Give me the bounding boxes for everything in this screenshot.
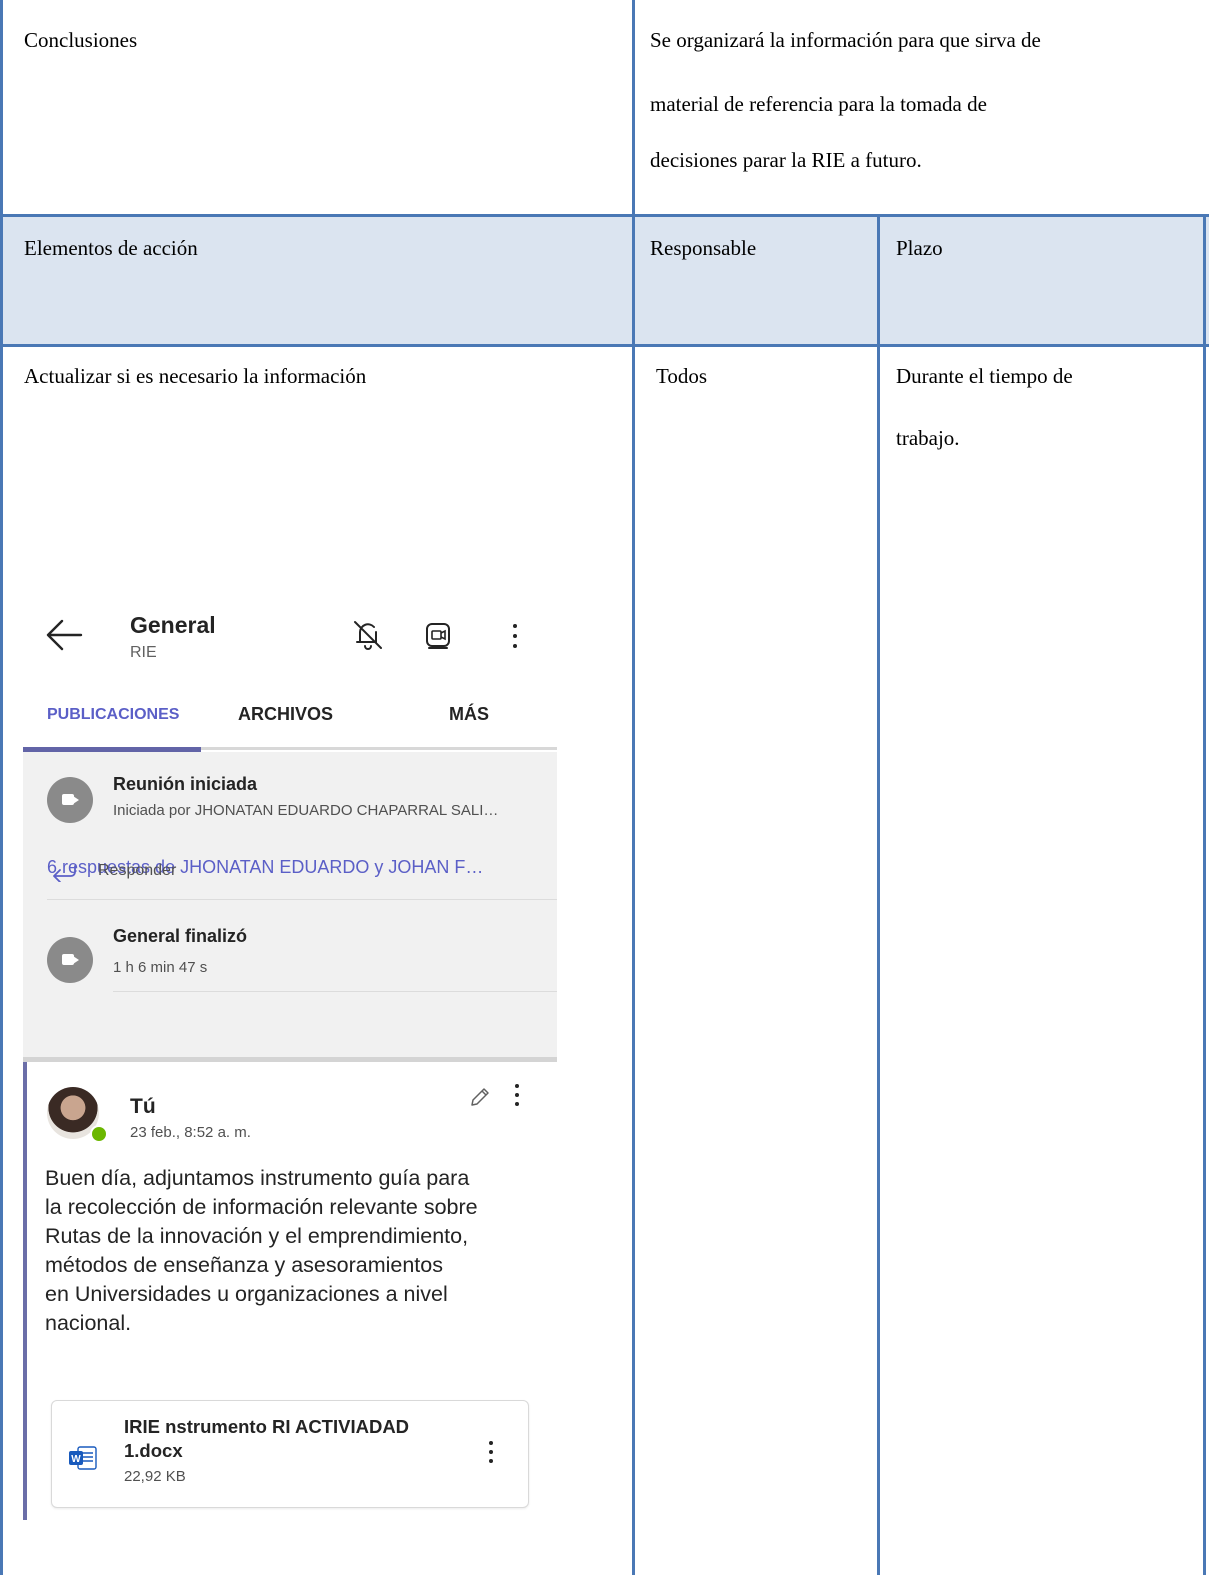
edit-pencil-icon[interactable]	[469, 1086, 491, 1108]
tab-publicaciones[interactable]: PUBLICACIONES	[47, 706, 179, 724]
post-timestamp: 23 feb., 8:52 a. m.	[130, 1124, 251, 1141]
tab-archivos[interactable]: ARCHIVOS	[238, 704, 333, 725]
table-border-row1	[0, 214, 1209, 217]
table-border-middle	[632, 0, 635, 1575]
channel-header: General RIE PUBLICACIONES ARCHIVOS MÁS	[23, 590, 557, 752]
meeting-started-subtitle: Iniciada por JHONATAN EDUARDO CHAPARRAL …	[113, 802, 499, 819]
attachment-name: IRIE nstrumento RI ACTIVIADAD 1.docx	[124, 1415, 444, 1463]
svg-text:W: W	[71, 1454, 81, 1465]
reply-button[interactable]: Responder	[98, 862, 176, 880]
row-responsible-text: Todos	[656, 364, 708, 388]
word-file-icon: W	[69, 1446, 97, 1470]
table-border-right	[1203, 216, 1206, 1575]
file-attachment[interactable]: W IRIE nstrumento RI ACTIVIADAD 1.docx 2…	[51, 1400, 529, 1508]
teams-channel-screenshot: General RIE PUBLICACIONES ARCHIVOS MÁS R…	[23, 590, 557, 1530]
post-more-icon[interactable]	[514, 1084, 520, 1110]
attachment-size: 22,92 KB	[124, 1468, 186, 1485]
post-body-line: en Universidades u organizaciones a nive…	[45, 1282, 448, 1306]
post-body-line: Buen día, adjuntamos instrumento guía pa…	[45, 1166, 470, 1190]
thread-divider	[47, 899, 557, 900]
row-action-text: Actualizar si es necesario la informació…	[24, 364, 367, 388]
meeting-thread: Reunión iniciada Iniciada por JHONATAN E…	[23, 752, 557, 1057]
header-action-items: Elementos de acción	[24, 236, 198, 260]
back-arrow-icon[interactable]	[45, 618, 83, 652]
attachment-name-line: 1.docx	[124, 1440, 183, 1461]
header-deadline: Plazo	[896, 236, 943, 260]
header-responsible: Responsable	[650, 236, 757, 260]
post-body-line: nacional.	[45, 1311, 132, 1335]
channel-team-name: RIE	[130, 644, 157, 661]
attachment-more-icon[interactable]	[488, 1441, 494, 1467]
channel-title: General	[130, 612, 216, 638]
conclusions-text-line-2: material de referencia para la tomada de	[650, 92, 987, 116]
channel-tabs: PUBLICACIONES ARCHIVOS MÁS	[23, 690, 557, 750]
meet-now-icon[interactable]	[421, 618, 455, 652]
reply-icon[interactable]	[51, 862, 77, 882]
meeting-duration: 1 h 6 min 47 s	[113, 959, 208, 976]
bell-off-icon[interactable]	[351, 618, 385, 652]
presence-available-icon	[90, 1125, 108, 1143]
conclusions-text-line-1: Se organizará la información para que si…	[650, 28, 1041, 52]
conclusions-label: Conclusiones	[24, 28, 138, 52]
meeting-started-icon	[47, 777, 93, 823]
more-vertical-icon[interactable]	[512, 624, 518, 650]
thread-divider	[113, 991, 557, 992]
row-deadline-line-1: Durante el tiempo de	[896, 364, 1073, 388]
meeting-ended-icon	[47, 937, 93, 983]
meeting-started-title: Reunión iniciada	[113, 774, 258, 794]
table-border-inner	[877, 216, 880, 1575]
attachment-name-line: IRIE nstrumento RI ACTIVIADAD	[124, 1416, 410, 1437]
post-card: Tú 23 feb., 8:52 a. m. Buen día, adjunta…	[23, 1062, 557, 1530]
post-body-line: la recolección de información relevante …	[45, 1195, 478, 1219]
post-body-line: Rutas de la innovación y el emprendimien…	[45, 1224, 469, 1248]
tab-mas[interactable]: MÁS	[449, 704, 489, 725]
conclusions-text-line-3: decisiones parar la RIE a futuro.	[650, 148, 922, 172]
post-author: Tú	[130, 1095, 156, 1118]
post-accent-bar	[23, 1062, 27, 1520]
row-deadline-line-2: trabajo.	[896, 426, 960, 450]
post-body: Buen día, adjuntamos instrumento guía pa…	[45, 1164, 545, 1338]
table-border-left	[0, 0, 3, 1575]
post-body-line: métodos de enseñanza y asesoramientos	[45, 1253, 443, 1277]
meeting-ended-title: General finalizó	[113, 926, 248, 946]
table-border-row2	[0, 344, 1209, 347]
